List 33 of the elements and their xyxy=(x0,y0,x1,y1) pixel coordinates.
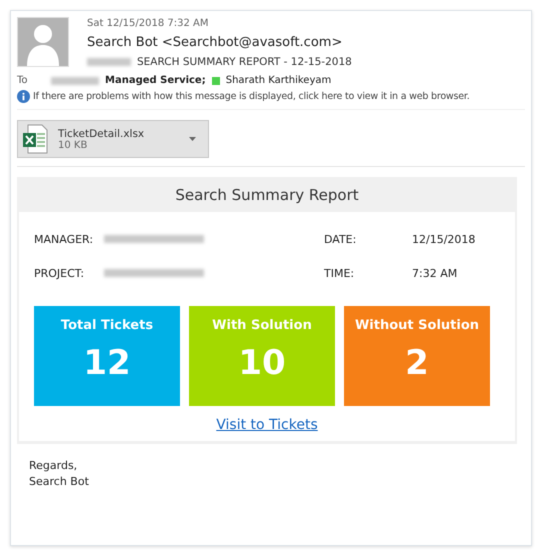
tickets-link[interactable]: Visit to Tickets xyxy=(216,417,318,433)
stat-count: 12 xyxy=(83,343,131,383)
field-label: MANAGER: xyxy=(34,232,94,246)
attachment-name: TicketDetail.xlsx xyxy=(58,128,146,140)
sender: Search Bot <Searchbot@avasoft.com> xyxy=(87,34,344,52)
recipient[interactable]: Sharath Karthikeyam xyxy=(226,75,332,86)
presence-status-icon xyxy=(212,76,220,84)
signature-line: Search Bot xyxy=(29,474,90,490)
sent-date: Sat 12/15/2018 7:32 AM xyxy=(87,17,210,31)
to-label: To xyxy=(17,75,29,86)
field-label: DATE: xyxy=(324,232,358,246)
attachment[interactable]: TicketDetail.xlsx 10 KB xyxy=(17,120,209,158)
signature-line: Regards, xyxy=(29,458,78,474)
field-label: PROJECT: xyxy=(34,266,86,280)
stat-label: Total Tickets xyxy=(60,318,154,333)
redacted-text xyxy=(87,58,131,66)
field-label: TIME: xyxy=(324,266,356,280)
field-value: 12/15/2018 xyxy=(412,232,476,246)
stat-count: 2 xyxy=(405,343,429,383)
email-subject: SEARCH SUMMARY REPORT - 12-15-2018 xyxy=(137,55,352,70)
stat-count: 10 xyxy=(238,343,286,383)
redacted-text xyxy=(51,76,99,84)
report-title: Search Summary Report xyxy=(174,185,360,206)
stat-label: With Solution xyxy=(212,318,312,333)
recipient[interactable]: Managed Service; xyxy=(105,75,206,86)
excel-file-icon xyxy=(22,124,48,154)
field-value: 7:32 AM xyxy=(412,266,458,280)
attachment-size: 10 KB xyxy=(58,140,88,150)
avatar-silhouette-icon xyxy=(17,17,69,67)
stat-label: Without Solution xyxy=(354,318,480,333)
info-icon xyxy=(17,90,30,103)
caret-icon[interactable] xyxy=(189,137,196,141)
info-message[interactable]: If there are problems with how this message is displayed, click here to view it in a web browser. xyxy=(33,91,470,102)
